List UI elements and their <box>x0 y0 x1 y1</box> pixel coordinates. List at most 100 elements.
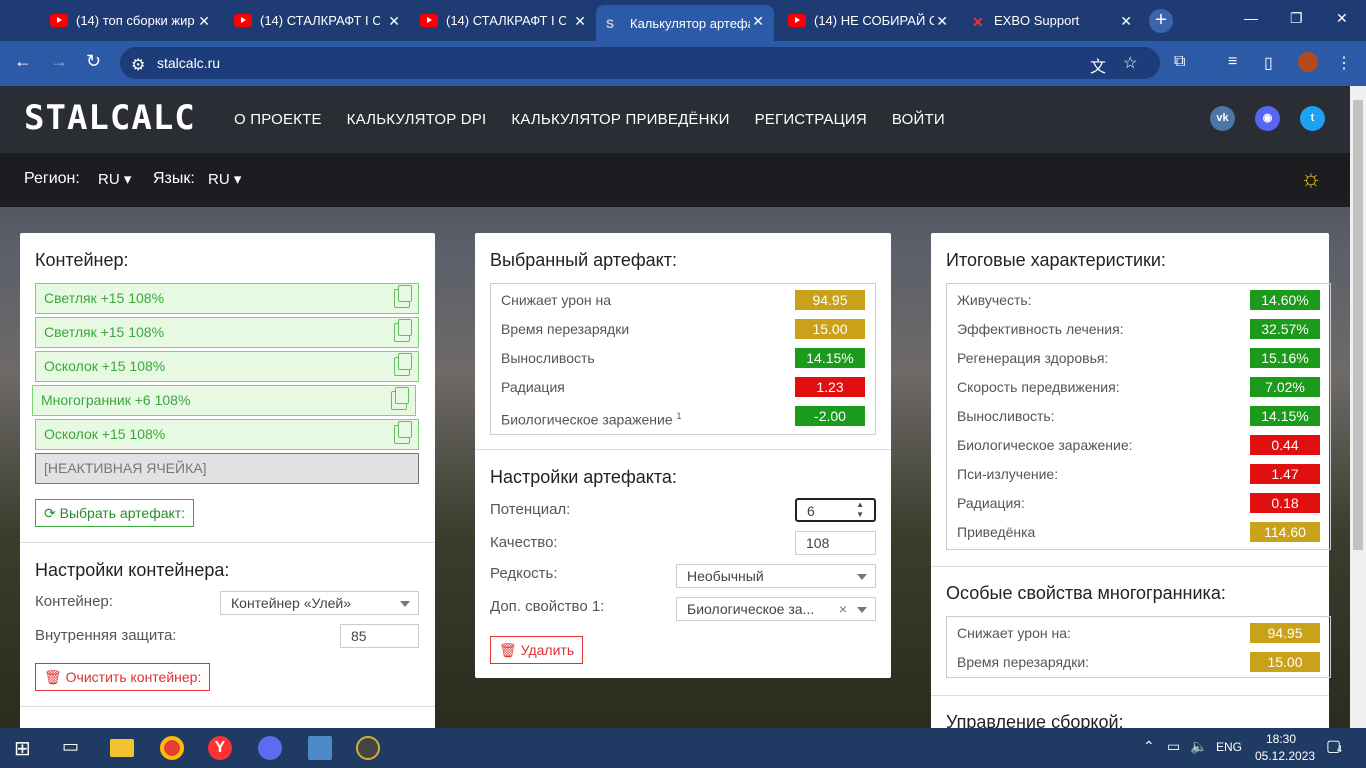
stat-label: Выносливость: <box>957 408 1055 424</box>
stat-label: Скорость передвижения: <box>957 379 1120 395</box>
close-tab-icon[interactable]: ✕ <box>1120 13 1132 30</box>
media-icon[interactable]: ≡ <box>1228 53 1237 71</box>
special-title: Особые свойства многогранника: <box>946 583 1226 603</box>
container-slot[interactable]: Осколок +15 108% <box>35 351 419 382</box>
menu-reduced-calc[interactable]: КАЛЬКУЛЯТОР ПРИВЕДЁНКИ <box>511 111 729 128</box>
inactive-slot: [НЕАКТИВНАЯ ЯЧЕЙКА] <box>35 453 419 484</box>
keyboard-language[interactable]: ENG <box>1216 740 1242 754</box>
reload-icon[interactable]: ↻ <box>86 51 101 72</box>
close-tab-icon[interactable]: ✕ <box>752 13 764 30</box>
menu-dpi-calc[interactable]: КАЛЬКУЛЯТОР DPI <box>347 111 487 128</box>
delete-artifact-button[interactable]: 🗑 Удалить <box>490 636 584 664</box>
bookmark-star-icon[interactable]: ☆ <box>1123 53 1137 73</box>
discord-icon[interactable]: ◉ <box>1255 106 1280 131</box>
container-slot-selected[interactable]: Многогранник +6 108% <box>32 385 416 416</box>
windows-start-icon[interactable]: ⊞ <box>14 736 38 760</box>
close-tab-icon[interactable]: ✕ <box>936 13 948 30</box>
theme-toggle-sun-icon[interactable]: ☼ <box>1300 167 1324 191</box>
close-tab-icon[interactable]: ✕ <box>388 13 400 30</box>
clear-select-icon[interactable]: × <box>839 598 847 620</box>
special-stats-box: Снижает урон на: 94.95 Время перезарядки… <box>946 616 1331 678</box>
maximize-icon[interactable]: ❐ <box>1290 10 1303 27</box>
region-select[interactable]: RU ▾ <box>98 170 131 188</box>
divider <box>475 449 891 450</box>
scrollbar-thumb[interactable] <box>1353 100 1363 550</box>
copy-icon[interactable] <box>394 353 412 376</box>
browser-tab[interactable]: (14) НЕ СОБИРАЙ СБ ✕ <box>778 5 958 36</box>
container-slot[interactable]: Осколок +15 108% <box>35 419 419 450</box>
protection-label: Внутренняя защита: <box>35 627 177 644</box>
divider <box>931 695 1329 696</box>
task-view-icon[interactable]: ▭ <box>62 736 86 760</box>
main-menu: О ПРОЕКТЕ КАЛЬКУЛЯТОР DPI КАЛЬКУЛЯТОР ПР… <box>234 111 945 128</box>
url-text[interactable]: stalcalc.ru <box>157 55 220 71</box>
container-slot[interactable]: Светляк +15 108% <box>35 283 419 314</box>
calculator-icon[interactable] <box>308 736 332 760</box>
stalcalc-icon: S <box>606 16 615 31</box>
close-tab-icon[interactable]: ✕ <box>198 13 210 30</box>
clock-date[interactable]: 05.12.2023 <box>1255 749 1315 763</box>
rarity-select[interactable]: Необычный <box>676 564 876 588</box>
yandex-icon[interactable]: Y <box>208 736 232 760</box>
copy-icon[interactable] <box>394 319 412 342</box>
browser-tab[interactable]: ✕ EXBO Support ✕ <box>962 5 1142 36</box>
select-artifact-button[interactable]: ⟳ Выбрать артефакт: <box>35 499 195 527</box>
menu-login[interactable]: ВОЙТИ <box>892 111 945 128</box>
volume-icon[interactable]: 🔈 <box>1190 738 1207 755</box>
back-icon[interactable]: ← <box>14 51 32 72</box>
extra-property-select[interactable]: Биологическое за... × <box>676 597 876 621</box>
stalcraft-icon[interactable] <box>356 736 380 760</box>
browser-tab[interactable]: (14) СТАЛКРАФТ I Сб ✕ <box>224 5 410 36</box>
clear-container-button[interactable]: 🗑 Очистить контейнер: <box>35 663 211 691</box>
language-select[interactable]: RU ▾ <box>208 170 241 188</box>
stat-value: 1.23 <box>795 377 865 397</box>
artifact-settings-title: Настройки артефакта: <box>490 467 677 487</box>
close-tab-icon[interactable]: ✕ <box>574 13 586 30</box>
container-type-select[interactable]: Контейнер «Улей» <box>220 591 419 615</box>
forward-icon[interactable]: → <box>50 51 68 72</box>
browser-tab[interactable]: (14) топ сборки жир ✕ <box>40 5 220 36</box>
tray-expand-icon[interactable]: ⌃ <box>1143 738 1155 755</box>
browser-tab-bar: (14) топ сборки жир ✕ (14) СТАЛКРАФТ I Сб… <box>0 0 1366 41</box>
browser-menu-icon[interactable]: ⋮ <box>1336 53 1352 73</box>
translate-icon[interactable]: 文 <box>1090 53 1106 77</box>
extensions-icon[interactable]: ⧉ <box>1174 53 1185 71</box>
copy-icon[interactable] <box>394 421 412 444</box>
close-window-icon[interactable]: ✕ <box>1336 10 1348 27</box>
language-label: Язык: <box>153 170 195 187</box>
protection-input[interactable]: 85 <box>340 624 419 648</box>
stat-value: 15.16% <box>1250 348 1320 368</box>
twitter-icon[interactable]: t <box>1300 106 1325 131</box>
menu-about[interactable]: О ПРОЕКТЕ <box>234 111 322 128</box>
trash-icon: 🗑 <box>499 642 521 658</box>
site-info-icon[interactable]: ⚙ <box>131 55 145 75</box>
chrome-icon[interactable] <box>160 736 184 760</box>
browser-tab[interactable]: (14) СТАЛКРАФТ I Сб ✕ <box>410 5 596 36</box>
new-tab-button[interactable]: + <box>1149 9 1173 33</box>
stat-value: 0.18 <box>1250 493 1320 513</box>
minimize-icon[interactable]: — <box>1244 10 1258 26</box>
copy-icon[interactable] <box>391 387 409 410</box>
discord-app-icon[interactable] <box>258 736 282 760</box>
menu-register[interactable]: РЕГИСТРАЦИЯ <box>755 111 867 128</box>
browser-tab-active[interactable]: S Калькулятор артефа ✕ <box>596 5 774 41</box>
container-slot[interactable]: Светляк +15 108% <box>35 317 419 348</box>
vk-icon[interactable]: vk <box>1210 106 1235 131</box>
sidepanel-icon[interactable]: ▯ <box>1264 53 1273 73</box>
site-logo[interactable]: STALCALC <box>24 98 196 138</box>
copy-icon[interactable] <box>394 285 412 308</box>
quality-input[interactable]: 108 <box>795 531 876 555</box>
file-explorer-icon[interactable] <box>110 739 134 757</box>
spinner-icon[interactable]: ▲ ▼ <box>856 500 864 520</box>
potential-input[interactable]: 6 ▲ ▼ <box>795 498 876 522</box>
settings-bar: Регион: RU ▾ Язык: RU ▾ ☼ <box>0 153 1350 207</box>
site-header: STALCALC О ПРОЕКТЕ КАЛЬКУЛЯТОР DPI КАЛЬК… <box>0 86 1350 153</box>
page-scrollbar[interactable] <box>1350 86 1366 728</box>
network-icon[interactable]: ▭ <box>1167 738 1180 755</box>
stat-label: Снижает урон на: <box>957 625 1071 641</box>
url-field[interactable] <box>120 47 1160 79</box>
clock-time[interactable]: 18:30 <box>1266 732 1296 746</box>
profile-avatar[interactable] <box>1298 52 1318 72</box>
build-title: Управление сборкой: <box>946 712 1124 728</box>
container-type-label: Контейнер: <box>35 593 113 610</box>
